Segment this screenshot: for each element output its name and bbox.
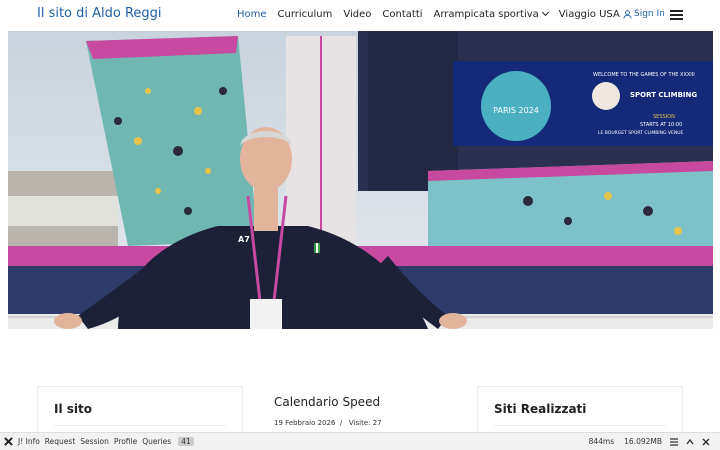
debug-request[interactable]: Request xyxy=(45,437,75,446)
debug-time: 844ms xyxy=(588,437,615,446)
debug-stats: 844ms 16.092MB xyxy=(579,437,710,446)
hero-image: PARIS 2024 WELCOME TO THE GAMES OF THE X… xyxy=(8,31,713,329)
article-title[interactable]: Calendario Speed xyxy=(274,395,380,409)
nav-home[interactable]: Home xyxy=(237,9,267,20)
card-title: Siti Realizzati xyxy=(494,402,587,416)
debug-items: J! Info Request Session Profile Queries 4… xyxy=(18,437,204,446)
screen-session: SESSION xyxy=(653,114,675,120)
joomla-icon[interactable] xyxy=(4,437,13,446)
debug-profile[interactable]: Profile xyxy=(114,437,137,446)
card-divider xyxy=(54,425,226,426)
debug-info[interactable]: J! Info xyxy=(18,437,40,446)
nav-video[interactable]: Video xyxy=(343,9,371,20)
screen-title: SPORT CLIMBING xyxy=(630,91,697,99)
debug-memory: 16.092MB xyxy=(624,437,662,446)
meta-separator: / xyxy=(339,419,343,427)
hamburger-icon[interactable] xyxy=(670,10,683,20)
screen-line1: WELCOME TO THE GAMES OF THE XXXIII xyxy=(593,72,695,78)
nav-viaggio-usa[interactable]: Viaggio USA xyxy=(559,9,620,20)
queries-count-badge: 41 xyxy=(178,437,194,446)
nav-curriculum[interactable]: Curriculum xyxy=(278,9,333,20)
card-title: Il sito xyxy=(54,402,92,416)
debug-queries-label: Queries xyxy=(142,437,172,446)
article-date: 19 Febbraio 2026 xyxy=(274,419,336,427)
nav-arrampicata-label: Arrampicata sportiva xyxy=(433,9,539,20)
jacket-brand: A7 xyxy=(238,235,250,244)
nav-arrampicata[interactable]: Arrampicata sportiva xyxy=(433,8,549,20)
site-brand[interactable]: Il sito di Aldo Reggi xyxy=(37,6,162,21)
user-icon xyxy=(623,9,632,19)
site-header: Il sito di Aldo Reggi Home Curriculum Vi… xyxy=(0,0,720,30)
nav-contatti[interactable]: Contatti xyxy=(382,9,422,20)
debug-bar: J! Info Request Session Profile Queries 4… xyxy=(0,432,720,450)
sign-in-label: Sign In xyxy=(634,9,665,19)
sign-in-link[interactable]: Sign In xyxy=(623,9,665,19)
article-meta: 19 Febbraio 2026 / Visite: 27 xyxy=(274,419,382,427)
screen-starts: STARTS AT 10:00 xyxy=(640,122,682,128)
card-divider xyxy=(494,425,666,426)
close-icon[interactable] xyxy=(702,438,710,446)
article-visits: Visite: 27 xyxy=(348,419,382,427)
chevron-down-icon xyxy=(541,8,549,17)
debug-session[interactable]: Session xyxy=(80,437,109,446)
paris-logo-text: PARIS 2024 xyxy=(493,106,539,115)
list-icon[interactable] xyxy=(670,437,678,446)
debug-queries[interactable]: Queries 41 xyxy=(142,437,199,446)
screen-venue: LE BOURGET SPORT CLIMBING VENUE xyxy=(598,130,683,136)
main-nav: Home Curriculum Video Contatti Arrampica… xyxy=(237,8,631,20)
chevron-up-icon[interactable] xyxy=(686,438,694,446)
